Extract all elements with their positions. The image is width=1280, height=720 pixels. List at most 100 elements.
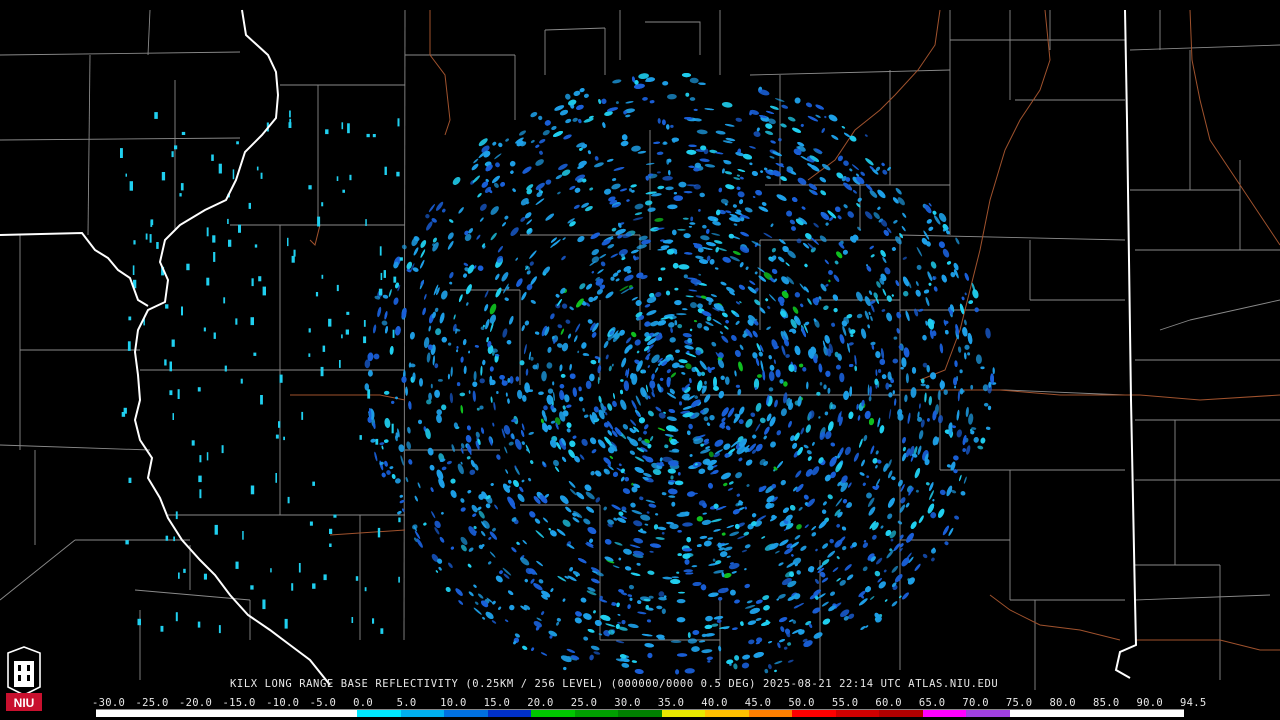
echo-blob <box>666 416 677 422</box>
echo-blob <box>641 633 653 637</box>
echo-speck <box>235 318 238 325</box>
echo-blob <box>928 282 932 286</box>
echo-blob <box>968 413 974 425</box>
echo-blob <box>957 346 962 353</box>
echo-blob <box>524 578 528 583</box>
echo-blob <box>591 578 600 584</box>
echo-blob <box>779 379 784 384</box>
echo-blob <box>587 319 593 324</box>
echo-blob <box>726 555 731 558</box>
echo-blob <box>590 645 600 651</box>
echo-speck <box>372 618 375 624</box>
echo-blob <box>474 601 479 605</box>
echo-blob <box>536 617 542 621</box>
echo-blob <box>708 482 713 489</box>
echo-blob <box>787 642 792 646</box>
echo-blob <box>389 346 394 355</box>
echo-speck <box>175 612 178 622</box>
echo-blob <box>624 477 629 482</box>
echo-blob <box>689 77 699 84</box>
echo-blob <box>480 365 483 376</box>
echo-blob <box>697 303 703 309</box>
echo-blob <box>685 92 690 97</box>
echo-blob <box>839 579 846 586</box>
echo-blob <box>395 326 401 336</box>
echo-blob <box>792 442 798 449</box>
echo-blob <box>896 311 902 319</box>
echo-blob <box>597 269 604 274</box>
echo-blob <box>706 656 713 661</box>
echo-blob <box>560 655 572 663</box>
echo-blob <box>561 255 566 261</box>
echo-speck <box>260 172 263 179</box>
echo-blob <box>572 435 577 439</box>
echo-blob <box>683 233 691 239</box>
echo-blob <box>757 374 762 378</box>
echo-blob <box>472 175 481 183</box>
colorbar-segment <box>444 710 488 717</box>
echo-blob <box>631 660 637 663</box>
echo-blob <box>944 330 949 335</box>
echo-blob <box>491 620 497 624</box>
echo-blob <box>874 378 879 385</box>
echo-blob <box>837 215 842 220</box>
echo-blob <box>425 214 430 219</box>
echo-blob <box>460 356 464 363</box>
echo-blob <box>529 250 537 259</box>
reflectivity-echoes <box>120 72 997 675</box>
echo-blob <box>821 509 827 514</box>
echo-blob <box>522 395 527 402</box>
echo-blob <box>466 456 471 460</box>
echo-blob <box>939 343 944 354</box>
colorbar-label: -30.0 <box>92 697 126 709</box>
echo-blob <box>744 506 747 510</box>
echo-blob <box>634 339 641 346</box>
echo-blob <box>656 151 664 155</box>
echo-blob <box>811 532 817 537</box>
echo-blob <box>812 441 815 446</box>
echo-blob <box>676 598 686 604</box>
echo-speck <box>137 618 141 626</box>
echo-blob <box>670 372 677 378</box>
echo-blob <box>677 530 682 533</box>
echo-blob <box>550 420 556 424</box>
echo-speck <box>293 249 296 257</box>
echo-blob <box>546 362 553 369</box>
echo-speck <box>145 233 148 240</box>
echo-blob <box>559 495 569 504</box>
echo-blob <box>631 400 637 410</box>
echo-blob <box>384 417 391 429</box>
echo-speck <box>339 360 341 368</box>
echo-blob <box>521 441 525 445</box>
echo-blob <box>437 378 443 382</box>
echo-blob <box>806 381 809 390</box>
echo-blob <box>720 281 727 286</box>
echo-blob <box>704 108 715 111</box>
echo-blob <box>766 175 772 180</box>
echo-speck <box>312 481 315 486</box>
echo-speck <box>351 617 354 623</box>
echo-blob <box>566 428 571 433</box>
echo-blob <box>770 223 774 228</box>
echo-speck <box>349 174 352 181</box>
echo-blob <box>434 389 441 398</box>
echo-blob <box>624 566 632 571</box>
echo-blob <box>708 592 719 597</box>
echo-blob <box>773 359 776 364</box>
echo-blob <box>397 511 402 515</box>
echo-speck <box>323 574 327 581</box>
echo-blob <box>698 82 706 85</box>
echo-blob <box>536 560 544 567</box>
echo-speck <box>275 434 279 439</box>
echo-blob <box>915 489 919 493</box>
echo-blob <box>569 306 574 311</box>
echo-blob <box>420 240 427 248</box>
echo-blob <box>875 557 883 565</box>
echo-blob <box>583 414 589 418</box>
echo-speck <box>363 336 367 344</box>
echo-blob <box>621 357 627 368</box>
echo-blob <box>597 376 600 385</box>
echo-blob <box>725 319 729 324</box>
colorbar-segment <box>139 710 184 717</box>
echo-blob <box>709 415 715 421</box>
